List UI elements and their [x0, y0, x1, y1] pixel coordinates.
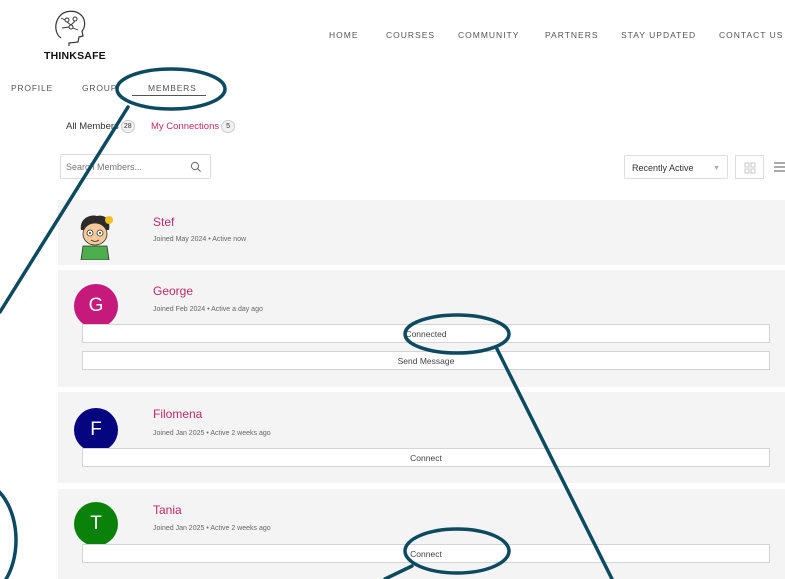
member-card: G George Joined Feb 2024 • Active a day …: [58, 270, 785, 387]
filter-my-connections[interactable]: My Connections 5: [151, 120, 236, 133]
filter-my-connections-label: My Connections: [151, 121, 220, 133]
nav-home[interactable]: HOME: [329, 30, 359, 40]
logo-text: THINKSAFE: [44, 50, 106, 62]
member-name[interactable]: Stef: [153, 215, 174, 229]
avatar[interactable]: T: [74, 502, 118, 546]
all-members-count-badge: 28: [120, 120, 135, 133]
nav-partners[interactable]: PARTNERS: [545, 30, 599, 40]
nav-community[interactable]: COMMUNITY: [458, 30, 519, 40]
grid-view-toggle[interactable]: [735, 155, 764, 179]
top-navigation: HOME COURSES COMMUNITY PARTNERS STAY UPD…: [0, 30, 785, 44]
list-view-toggle[interactable]: [768, 155, 785, 179]
member-meta: Joined Feb 2024 • Active a day ago: [153, 306, 263, 313]
avatar[interactable]: [73, 212, 117, 261]
filter-all-members-label: All Members: [66, 121, 119, 133]
sort-dropdown[interactable]: Recently Active ▼: [624, 155, 728, 179]
connect-button[interactable]: Connect: [82, 544, 770, 563]
grid-view-icon: [744, 162, 756, 174]
filter-all-members[interactable]: All Members 28: [66, 120, 135, 133]
avatar[interactable]: F: [74, 408, 118, 452]
member-meta: Joined Jan 2025 • Active 2 weeks ago: [153, 525, 271, 532]
tab-members[interactable]: MEMBERS: [148, 83, 197, 93]
member-name[interactable]: George: [153, 284, 193, 298]
nav-courses[interactable]: COURSES: [386, 30, 435, 40]
member-meta: Joined May 2024 • Active now: [153, 236, 247, 243]
search-icon[interactable]: [190, 161, 202, 173]
connected-button[interactable]: Connected: [82, 324, 770, 343]
cartoon-avatar-icon: [80, 215, 113, 261]
member-filter-tabs: All Members 28 My Connections 5: [60, 113, 785, 141]
member-name[interactable]: Tania: [153, 503, 182, 517]
search-members-input[interactable]: Search Members...: [60, 154, 211, 179]
my-connections-count-badge: 5: [221, 120, 236, 133]
member-card: T Tania Joined Jan 2025 • Active 2 weeks…: [58, 489, 785, 579]
nav-stay-updated[interactable]: STAY UPDATED: [621, 30, 696, 40]
list-view-icon: [774, 162, 785, 172]
member-card: Stef Joined May 2024 • Active now: [58, 200, 785, 265]
member-card: F Filomena Joined Jan 2025 • Active 2 we…: [58, 392, 785, 483]
search-placeholder: Search Members...: [66, 162, 143, 172]
nav-contact-us[interactable]: CONTACT US: [719, 30, 783, 40]
callout-ellipse-left: [0, 490, 18, 579]
member-name[interactable]: Filomena: [153, 407, 202, 421]
member-meta: Joined Jan 2025 • Active 2 weeks ago: [153, 430, 271, 437]
tab-profile[interactable]: PROFILE: [11, 83, 53, 93]
avatar[interactable]: G: [74, 284, 118, 328]
active-tab-underline: [132, 95, 206, 96]
send-message-button[interactable]: Send Message: [82, 351, 770, 370]
connect-button[interactable]: Connect: [82, 448, 770, 467]
chevron-down-icon: ▼: [713, 165, 720, 172]
sort-selected-value: Recently Active: [632, 163, 694, 173]
tab-groups[interactable]: GROUP: [82, 83, 117, 93]
